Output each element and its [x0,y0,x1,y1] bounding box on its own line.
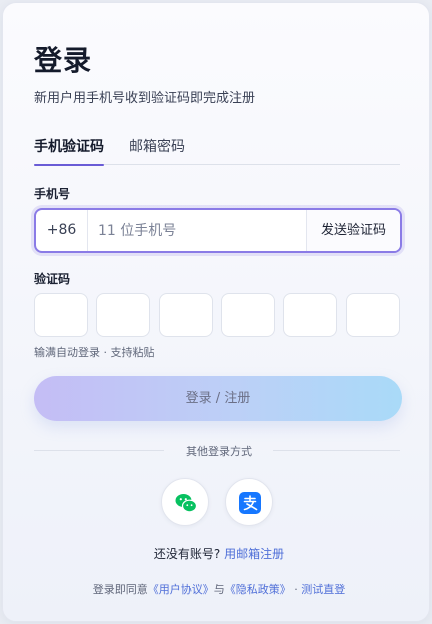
code-digit-input[interactable] [346,293,400,337]
footer-and-text: 与 [213,583,225,596]
signup-prompt: 还没有账号? [153,547,221,561]
signup-row: 还没有账号? 用邮箱注册 [3,545,432,562]
user-agreement-link[interactable]: 《用户协议》 [148,583,214,596]
code-digit-input[interactable] [96,293,150,337]
wechat-login-button[interactable] [161,478,209,526]
email-signup-link[interactable]: 用邮箱注册 [224,547,284,561]
alipay-icon [239,492,261,514]
code-digit-input[interactable] [34,293,88,337]
divider-left [34,450,164,451]
login-register-button[interactable]: 登录 / 注册 [34,376,402,421]
login-card: 登录 新用户用手机号收到验证码即完成注册 手机验证码 邮箱密码 手机号 +86 … [2,2,430,622]
tab-phone-code[interactable]: 手机验证码 [34,136,104,166]
footer-separator: · [294,583,298,596]
code-digit-input[interactable] [221,293,275,337]
tab-email-password[interactable]: 邮箱密码 [129,136,185,165]
send-code-button[interactable]: 发送验证码 [306,210,400,251]
code-label: 验证码 [34,272,71,286]
login-tabs: 手机验证码 邮箱密码 [34,136,400,166]
phone-field: +86 发送验证码 [34,208,402,253]
code-digit-input[interactable] [159,293,213,337]
footer-agree-text: 登录即同意 [92,583,148,596]
test-login-link[interactable]: 测试直登 [301,583,345,596]
code-hint: 输满自动登录 · 支持粘贴 [34,346,155,359]
alipay-login-button[interactable] [225,478,273,526]
phone-label: 手机号 [34,187,71,201]
code-digit-input[interactable] [283,293,337,337]
phone-input[interactable] [98,210,303,251]
privacy-policy-link[interactable]: 《隐私政策》 [225,583,291,596]
wechat-icon [175,494,198,513]
country-code-prefix[interactable]: +86 [36,210,88,251]
divider-right [273,450,400,451]
page-title: 登录 [34,44,93,77]
footer-row: 登录即同意《用户协议》与《隐私政策》 · 测试直登 [3,581,432,597]
other-login-label: 其他登录方式 [186,445,252,458]
page-subtitle: 新用户用手机号收到验证码即完成注册 [34,91,256,106]
